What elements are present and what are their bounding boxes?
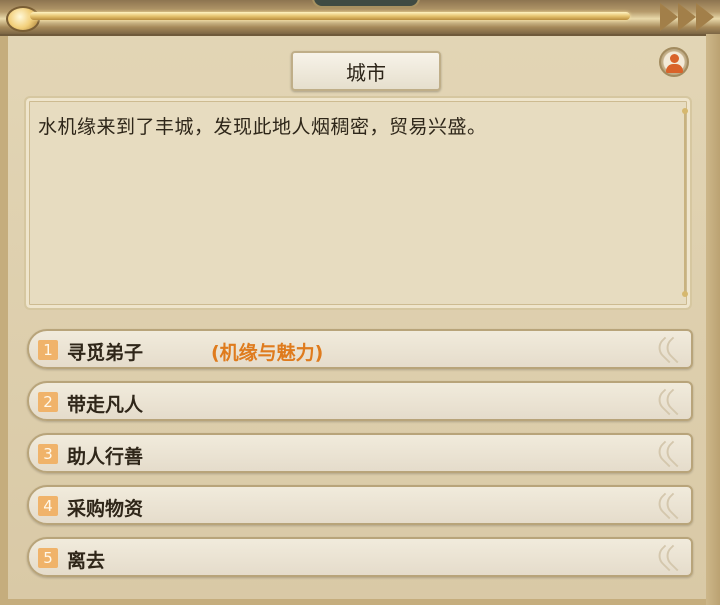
option-buy-supplies[interactable]: 4 采购物资 <box>27 485 693 525</box>
scrollbar-bottom-dot <box>682 291 688 297</box>
top-center-tab <box>312 0 420 8</box>
option-number-badge: 2 <box>38 392 58 412</box>
option-requirement: (机缘与魅力) <box>211 342 324 364</box>
scrollbar-track[interactable] <box>684 110 686 296</box>
story-panel: 水机缘来到了丰城，发现此地人烟稠密，贸易兴盛。 <box>24 96 692 310</box>
option-label: 带走凡人 <box>67 394 144 416</box>
option-number-badge: 3 <box>38 444 58 464</box>
option-label: 采购物资 <box>67 498 144 520</box>
avatar-icon[interactable] <box>659 47 689 77</box>
double-chevron-icon <box>653 387 689 417</box>
double-chevron-icon <box>653 335 689 365</box>
avatar-body <box>666 64 683 73</box>
right-frame-post <box>706 34 720 605</box>
option-help-others[interactable]: 3 助人行善 <box>27 433 693 473</box>
option-label: 寻觅弟子 <box>67 342 144 364</box>
option-take-mortal[interactable]: 2 带走凡人 <box>27 381 693 421</box>
option-number-badge: 4 <box>38 496 58 516</box>
gold-bar-ornament <box>30 12 630 20</box>
double-chevron-icon <box>653 439 689 469</box>
story-text: 水机缘来到了丰城，发现此地人烟稠密，贸易兴盛。 <box>38 116 487 138</box>
scrollbar-top-dot <box>682 108 688 114</box>
double-chevron-icon <box>653 543 689 573</box>
option-label: 助人行善 <box>67 446 144 468</box>
option-label: 离去 <box>67 550 106 572</box>
option-leave[interactable]: 5 离去 <box>27 537 693 577</box>
dialog-title: 城市 <box>291 51 441 91</box>
arrow-ornament-icon <box>640 0 720 34</box>
option-seek-disciple[interactable]: 1 寻觅弟子 (机缘与魅力) <box>27 329 693 369</box>
option-number-badge: 5 <box>38 548 58 568</box>
avatar-head <box>670 54 679 63</box>
double-chevron-icon <box>653 491 689 521</box>
top-ornament-rail <box>0 0 720 36</box>
option-number-badge: 1 <box>38 340 58 360</box>
